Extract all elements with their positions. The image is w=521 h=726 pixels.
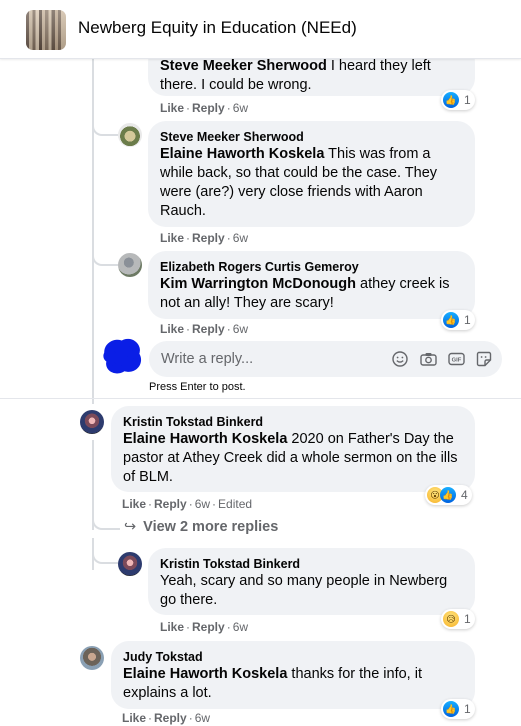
comment-actions: Like · Reply · 6w xyxy=(122,711,211,725)
comment-time[interactable]: 6w xyxy=(233,231,248,245)
group-title[interactable]: Newberg Equity in Education (NEEd) xyxy=(78,18,357,38)
edited-label: Edited xyxy=(218,497,253,511)
like-icon: 👍 xyxy=(443,312,459,328)
comment-author: Kristin Tokstad Binkerd xyxy=(160,557,301,571)
avatar[interactable] xyxy=(118,552,142,576)
reply-input[interactable] xyxy=(161,341,361,377)
thread-elbow xyxy=(92,248,118,266)
comment-bubble: Kristin Tokstad Binkerd Yeah, scary and … xyxy=(148,548,475,615)
like-button[interactable]: Like xyxy=(160,322,184,336)
comment-bubble: Steve Meeker Sherwood Elaine Haworth Kos… xyxy=(148,121,475,227)
comment-author[interactable]: Kristin Tokstad Binkerd xyxy=(123,414,463,430)
comment-author[interactable]: Steve Meeker Sherwood xyxy=(160,58,327,74)
reaction-count: 1 xyxy=(464,313,471,327)
comment-actions: Like · Reply · 6w xyxy=(160,620,249,634)
avatar[interactable] xyxy=(80,410,104,434)
like-button[interactable]: Like xyxy=(160,231,184,245)
thread-elbow xyxy=(92,546,118,564)
reply-button[interactable]: Reply xyxy=(192,231,225,245)
avatar[interactable] xyxy=(80,646,104,670)
thread-elbow xyxy=(92,118,118,136)
emoji-icon[interactable] xyxy=(391,350,409,368)
reply-arrow-icon: ↪ xyxy=(124,519,137,535)
avatar[interactable] xyxy=(118,253,142,277)
reaction-badge[interactable]: 😮 👍 4 xyxy=(425,485,472,505)
camera-icon[interactable] xyxy=(419,350,437,368)
comment-actions: Like · Reply · 6w xyxy=(160,322,249,336)
view-more-replies-button[interactable]: ↪ View 2 more replies xyxy=(124,519,278,535)
reaction-badge[interactable]: 👍 1 xyxy=(441,90,475,110)
group-header: Newberg Equity in Education (NEEd) xyxy=(0,0,521,59)
comment-time[interactable]: 6w xyxy=(195,711,210,725)
reaction-badge[interactable]: 👍 1 xyxy=(441,699,475,719)
press-enter-hint: Press Enter to post. xyxy=(149,381,246,393)
reply-button[interactable]: Reply xyxy=(192,322,225,336)
comment-time[interactable]: 6w xyxy=(233,322,248,336)
like-icon: 👍 xyxy=(443,701,459,717)
mention-link[interactable]: Kim Warrington McDonough xyxy=(160,276,356,292)
svg-text:GIF: GIF xyxy=(451,358,461,364)
comment-bubble: Judy Tokstad Elaine Haworth Koskela than… xyxy=(111,641,475,709)
like-icon: 👍 xyxy=(443,92,459,108)
mention-link[interactable]: Elaine Haworth Koskela xyxy=(123,666,287,682)
mention-link[interactable]: Elaine Haworth Koskela xyxy=(123,431,287,447)
reaction-count: 1 xyxy=(464,702,471,716)
gif-icon[interactable]: GIF xyxy=(447,350,465,368)
reaction-count: 1 xyxy=(464,612,471,626)
comment-time[interactable]: 6w xyxy=(233,620,248,634)
comment-bubble: Kristin Tokstad Binkerd Elaine Haworth K… xyxy=(111,406,475,492)
mention-link[interactable]: Elaine Haworth Koskela xyxy=(160,146,324,162)
comment-author[interactable]: Steve Meeker Sherwood xyxy=(160,129,463,145)
reply-button[interactable]: Reply xyxy=(154,711,187,725)
divider xyxy=(0,398,521,399)
like-icon: 👍 xyxy=(440,487,456,503)
group-avatar[interactable] xyxy=(26,10,66,50)
reaction-badge[interactable]: 👍 1 xyxy=(441,310,475,330)
like-button[interactable]: Like xyxy=(160,620,184,634)
view-more-replies-label: View 2 more replies xyxy=(143,519,279,535)
comment-time[interactable]: 6w xyxy=(233,101,248,115)
comment-actions: Like · Reply · 6w xyxy=(160,231,249,245)
reply-button[interactable]: Reply xyxy=(192,101,225,115)
comment-actions: Like · Reply · 6w xyxy=(160,101,249,115)
comment-time[interactable]: 6w xyxy=(195,497,210,511)
comment-bubble: Elizabeth Rogers Curtis Gemeroy Kim Warr… xyxy=(148,251,475,319)
reaction-count: 4 xyxy=(461,488,468,502)
sad-icon: 😥 xyxy=(443,611,459,627)
reaction-count: 1 xyxy=(464,93,471,107)
like-button[interactable]: Like xyxy=(160,101,184,115)
thread-line xyxy=(92,58,94,404)
reply-box: GIF xyxy=(149,341,502,377)
sticker-icon[interactable] xyxy=(475,350,493,368)
reply-button[interactable]: Reply xyxy=(154,497,187,511)
like-button[interactable]: Like xyxy=(122,711,146,725)
like-button[interactable]: Like xyxy=(122,497,146,511)
thread-elbow xyxy=(92,512,120,530)
scribble-mark xyxy=(103,338,142,374)
comment-text: Yeah, scary and so many people in Newber… xyxy=(160,573,448,608)
avatar[interactable] xyxy=(118,123,142,147)
comment-author[interactable]: Judy Tokstad xyxy=(123,649,463,665)
comment-author[interactable]: Elizabeth Rogers Curtis Gemeroy xyxy=(160,259,463,275)
comment-actions: Like · Reply · 6w · Edited xyxy=(122,497,253,511)
reply-button[interactable]: Reply xyxy=(192,620,225,634)
reaction-badge[interactable]: 😥 1 xyxy=(441,609,475,629)
